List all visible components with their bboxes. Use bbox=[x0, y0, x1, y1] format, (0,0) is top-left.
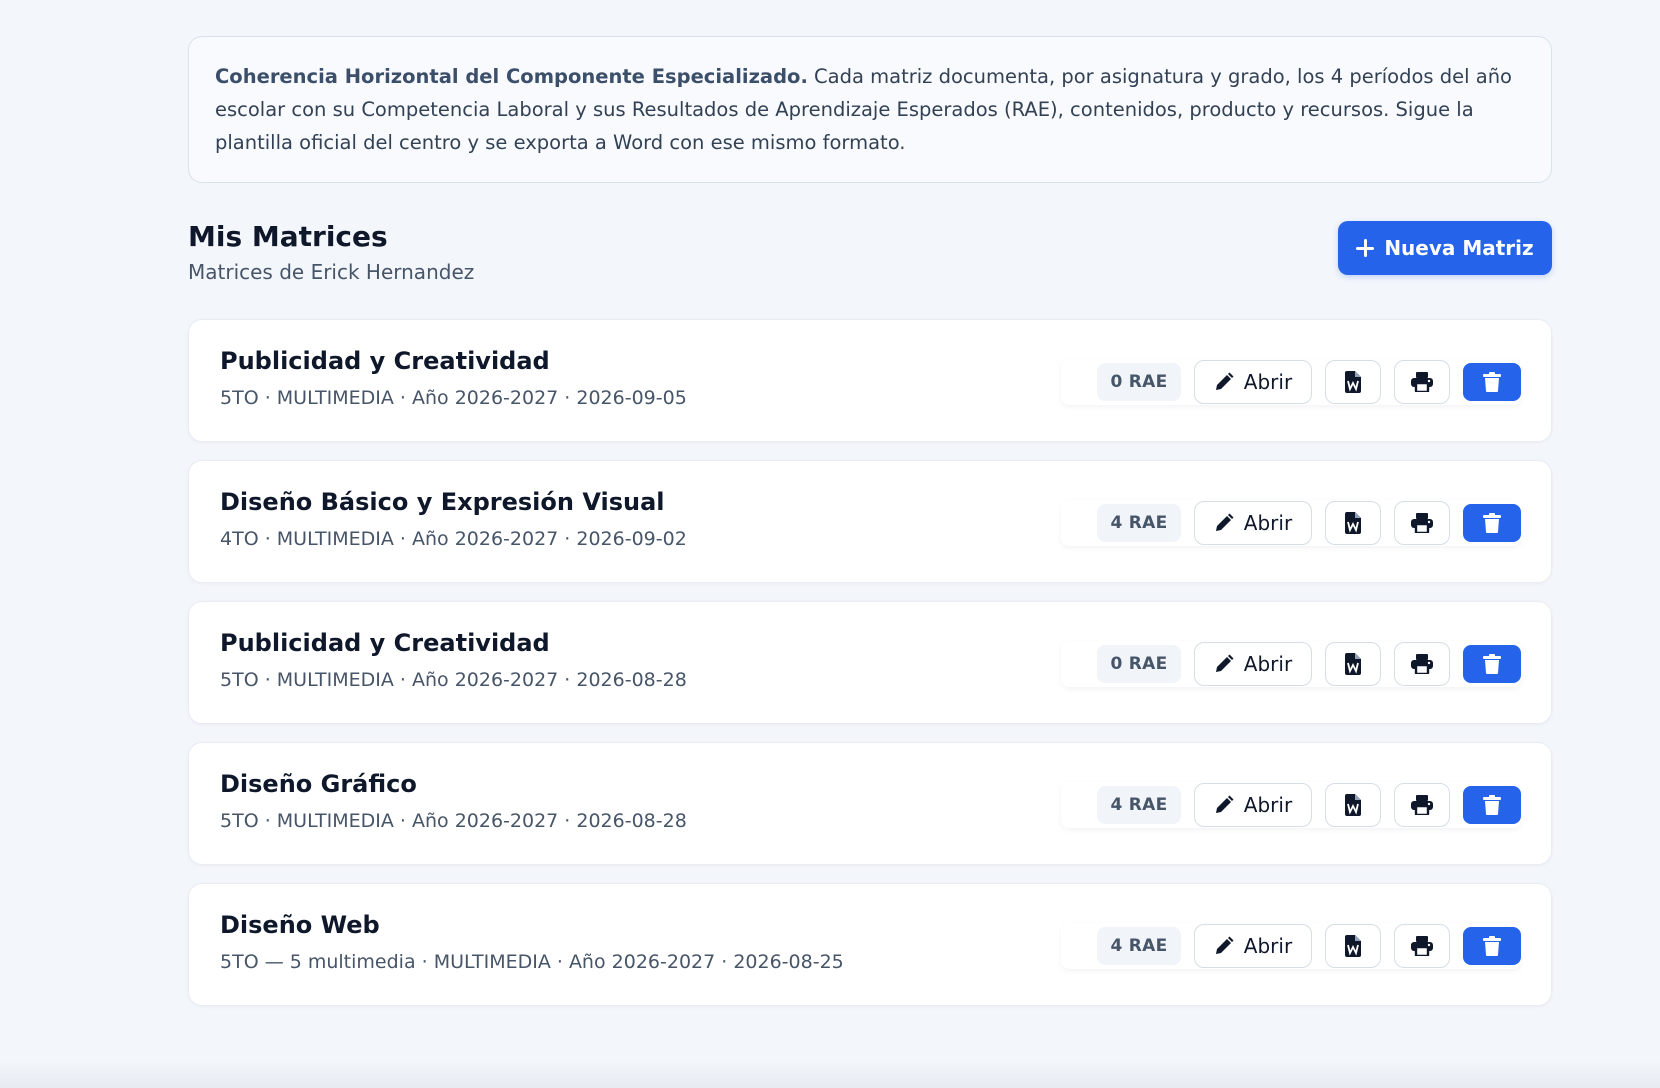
pencil-icon bbox=[1214, 795, 1234, 815]
trash-icon bbox=[1483, 795, 1501, 815]
printer-icon bbox=[1411, 372, 1433, 392]
page: Coherencia Horizontal del Componente Esp… bbox=[0, 0, 1660, 1088]
matrix-meta: 5TO · MULTIMEDIA · Año 2026-2027 · 2026-… bbox=[220, 810, 687, 832]
open-button[interactable]: Abrir bbox=[1194, 642, 1312, 686]
word-file-icon bbox=[1344, 371, 1362, 393]
export-word-button[interactable] bbox=[1325, 924, 1381, 968]
print-button[interactable] bbox=[1394, 924, 1450, 968]
pencil-icon bbox=[1214, 513, 1234, 533]
delete-button[interactable] bbox=[1463, 363, 1521, 401]
word-file-icon bbox=[1344, 935, 1362, 957]
rae-count-badge: 4 RAE bbox=[1097, 786, 1181, 824]
delete-button[interactable] bbox=[1463, 645, 1521, 683]
new-matrix-label: Nueva Matriz bbox=[1384, 236, 1534, 260]
open-label: Abrir bbox=[1243, 652, 1293, 676]
rae-count-badge: 4 RAE bbox=[1097, 927, 1181, 965]
matrix-actions: 0 RAE Abrir bbox=[1061, 641, 1521, 687]
matrix-title: Diseño Gráfico bbox=[220, 770, 417, 798]
open-button[interactable]: Abrir bbox=[1194, 783, 1312, 827]
export-word-button[interactable] bbox=[1325, 642, 1381, 686]
matrix-card: Diseño Gráfico 5TO · MULTIMEDIA · Año 20… bbox=[188, 742, 1552, 865]
open-label: Abrir bbox=[1243, 370, 1293, 394]
open-label: Abrir bbox=[1243, 934, 1293, 958]
main-content: Coherencia Horizontal del Componente Esp… bbox=[188, 36, 1552, 1024]
printer-icon bbox=[1411, 654, 1433, 674]
matrix-title: Diseño Web bbox=[220, 911, 380, 939]
matrix-actions: 0 RAE Abrir bbox=[1061, 359, 1521, 405]
matrix-meta: 5TO · MULTIMEDIA · Año 2026-2027 · 2026-… bbox=[220, 669, 687, 691]
matrix-card: Publicidad y Creatividad 5TO · MULTIMEDI… bbox=[188, 319, 1552, 442]
delete-button[interactable] bbox=[1463, 786, 1521, 824]
matrix-actions: 4 RAE Abrir bbox=[1061, 923, 1521, 969]
matrix-title: Publicidad y Creatividad bbox=[220, 347, 550, 375]
print-button[interactable] bbox=[1394, 501, 1450, 545]
open-label: Abrir bbox=[1243, 793, 1293, 817]
export-word-button[interactable] bbox=[1325, 783, 1381, 827]
printer-icon bbox=[1411, 936, 1433, 956]
matrix-title: Diseño Básico y Expresión Visual bbox=[220, 488, 665, 516]
delete-button[interactable] bbox=[1463, 504, 1521, 542]
word-file-icon bbox=[1344, 653, 1362, 675]
info-banner: Coherencia Horizontal del Componente Esp… bbox=[188, 36, 1552, 183]
printer-icon bbox=[1411, 513, 1433, 533]
rae-count-badge: 0 RAE bbox=[1097, 645, 1181, 683]
pencil-icon bbox=[1214, 654, 1234, 674]
word-file-icon bbox=[1344, 794, 1362, 816]
bottom-edge bbox=[0, 1060, 1660, 1088]
export-word-button[interactable] bbox=[1325, 501, 1381, 545]
pencil-icon bbox=[1214, 372, 1234, 392]
matrix-actions: 4 RAE Abrir bbox=[1061, 500, 1521, 546]
matrix-actions: 4 RAE Abrir bbox=[1061, 782, 1521, 828]
open-label: Abrir bbox=[1243, 511, 1293, 535]
info-banner-heading: Coherencia Horizontal del Componente Esp… bbox=[215, 65, 808, 88]
rae-count-badge: 4 RAE bbox=[1097, 504, 1181, 542]
print-button[interactable] bbox=[1394, 642, 1450, 686]
matrix-meta: 5TO — 5 multimedia · MULTIMEDIA · Año 20… bbox=[220, 951, 844, 973]
matrix-meta: 5TO · MULTIMEDIA · Año 2026-2027 · 2026-… bbox=[220, 387, 687, 409]
trash-icon bbox=[1483, 513, 1501, 533]
matrix-list: Publicidad y Creatividad 5TO · MULTIMEDI… bbox=[188, 319, 1552, 1006]
trash-icon bbox=[1483, 936, 1501, 956]
export-word-button[interactable] bbox=[1325, 360, 1381, 404]
rae-count-badge: 0 RAE bbox=[1097, 363, 1181, 401]
print-button[interactable] bbox=[1394, 783, 1450, 827]
plus-icon bbox=[1356, 239, 1375, 257]
trash-icon bbox=[1483, 654, 1501, 674]
section-header: Mis Matrices Matrices de Erick Hernandez… bbox=[188, 219, 1552, 319]
open-button[interactable]: Abrir bbox=[1194, 360, 1312, 404]
delete-button[interactable] bbox=[1463, 927, 1521, 965]
matrix-card: Publicidad y Creatividad 5TO · MULTIMEDI… bbox=[188, 601, 1552, 724]
pencil-icon bbox=[1214, 936, 1234, 956]
open-button[interactable]: Abrir bbox=[1194, 924, 1312, 968]
trash-icon bbox=[1483, 372, 1501, 392]
matrix-meta: 4TO · MULTIMEDIA · Año 2026-2027 · 2026-… bbox=[220, 528, 687, 550]
new-matrix-button[interactable]: Nueva Matriz bbox=[1338, 221, 1552, 275]
open-button[interactable]: Abrir bbox=[1194, 501, 1312, 545]
word-file-icon bbox=[1344, 512, 1362, 534]
matrix-card: Diseño Básico y Expresión Visual 4TO · M… bbox=[188, 460, 1552, 583]
printer-icon bbox=[1411, 795, 1433, 815]
matrix-title: Publicidad y Creatividad bbox=[220, 629, 550, 657]
matrix-card: Diseño Web 5TO — 5 multimedia · MULTIMED… bbox=[188, 883, 1552, 1006]
print-button[interactable] bbox=[1394, 360, 1450, 404]
